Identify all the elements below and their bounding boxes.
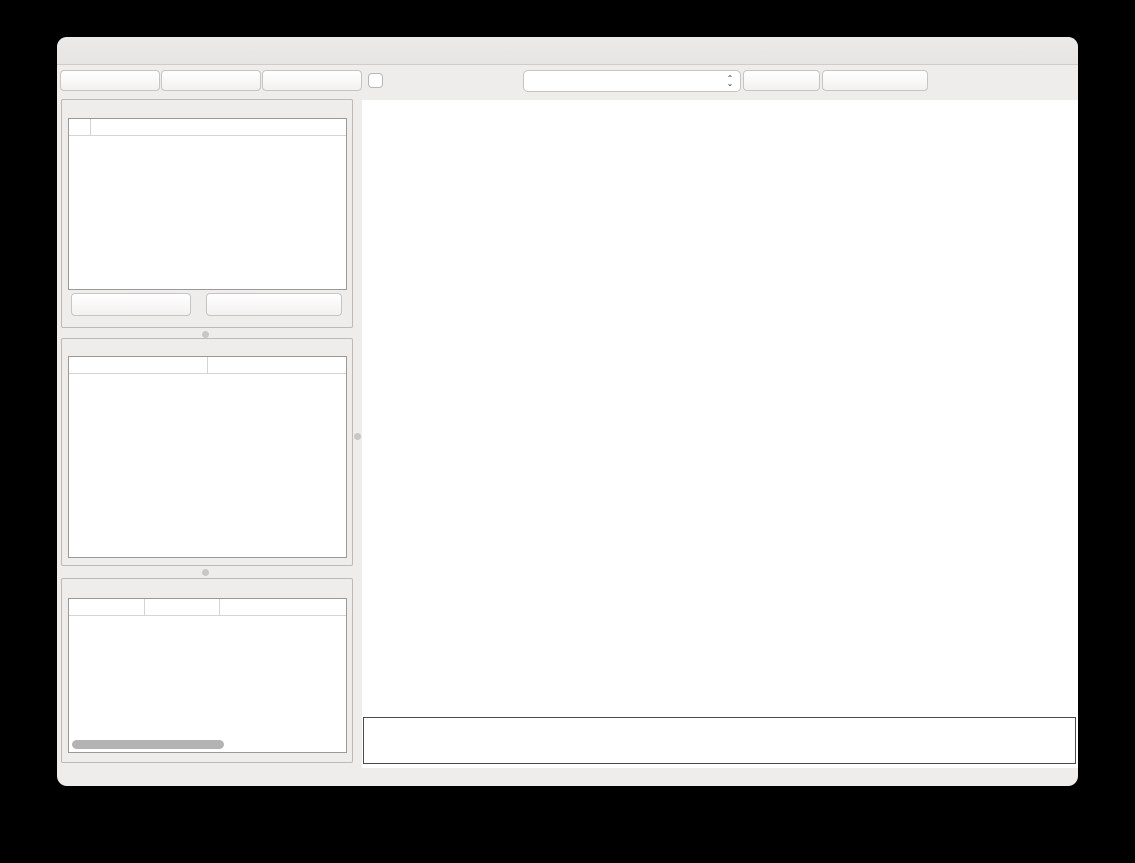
value-column-header: [207, 357, 346, 373]
checkbox-column-header: [69, 119, 90, 135]
add-button[interactable]: [71, 293, 191, 316]
parameters-table[interactable]: [68, 356, 347, 558]
chart-panel: [362, 100, 1078, 768]
flightplot-window: ⌃⌄: [57, 37, 1078, 786]
vertical-splitter-handle[interactable]: [354, 433, 361, 440]
open-log-button[interactable]: [60, 70, 160, 91]
close-button[interactable]: [70, 45, 82, 57]
message-column-header: [219, 599, 346, 615]
log-messages-panel: [61, 578, 353, 763]
markers-checkbox[interactable]: [368, 73, 383, 88]
horizontal-scrollbar-thumb[interactable]: [72, 740, 224, 749]
title-bar[interactable]: [57, 37, 1078, 65]
preset-combobox[interactable]: ⌃⌄: [523, 70, 741, 92]
vertical-splitter[interactable]: [353, 100, 361, 768]
level-column-header: [144, 599, 219, 615]
traffic-lights: [70, 37, 122, 65]
fields-list-button[interactable]: [161, 70, 261, 91]
processor-list[interactable]: [68, 118, 347, 290]
remove-button[interactable]: [206, 293, 342, 316]
processor-column-header: [90, 119, 346, 135]
save-preset-button[interactable]: [743, 70, 820, 91]
minimize-button[interactable]: [90, 45, 102, 57]
zoom-button[interactable]: [110, 45, 122, 57]
log-info-button[interactable]: [262, 70, 362, 91]
combo-stepper-icon[interactable]: ⌃⌄: [724, 72, 736, 90]
horizontal-splitter-handle[interactable]: [202, 331, 209, 338]
parameters-panel: [61, 338, 353, 566]
delete-preset-button[interactable]: [822, 70, 928, 91]
desktop-background: ⌃⌄: [0, 0, 1135, 863]
flight-plot-chart[interactable]: [362, 100, 1078, 717]
log-messages-table[interactable]: [68, 598, 347, 753]
plot-panel: [61, 99, 353, 328]
parameter-column-header: [69, 357, 207, 373]
horizontal-splitter-handle-2[interactable]: [202, 569, 209, 576]
time-column-header: [69, 599, 144, 615]
chart-legend: [363, 717, 1076, 764]
